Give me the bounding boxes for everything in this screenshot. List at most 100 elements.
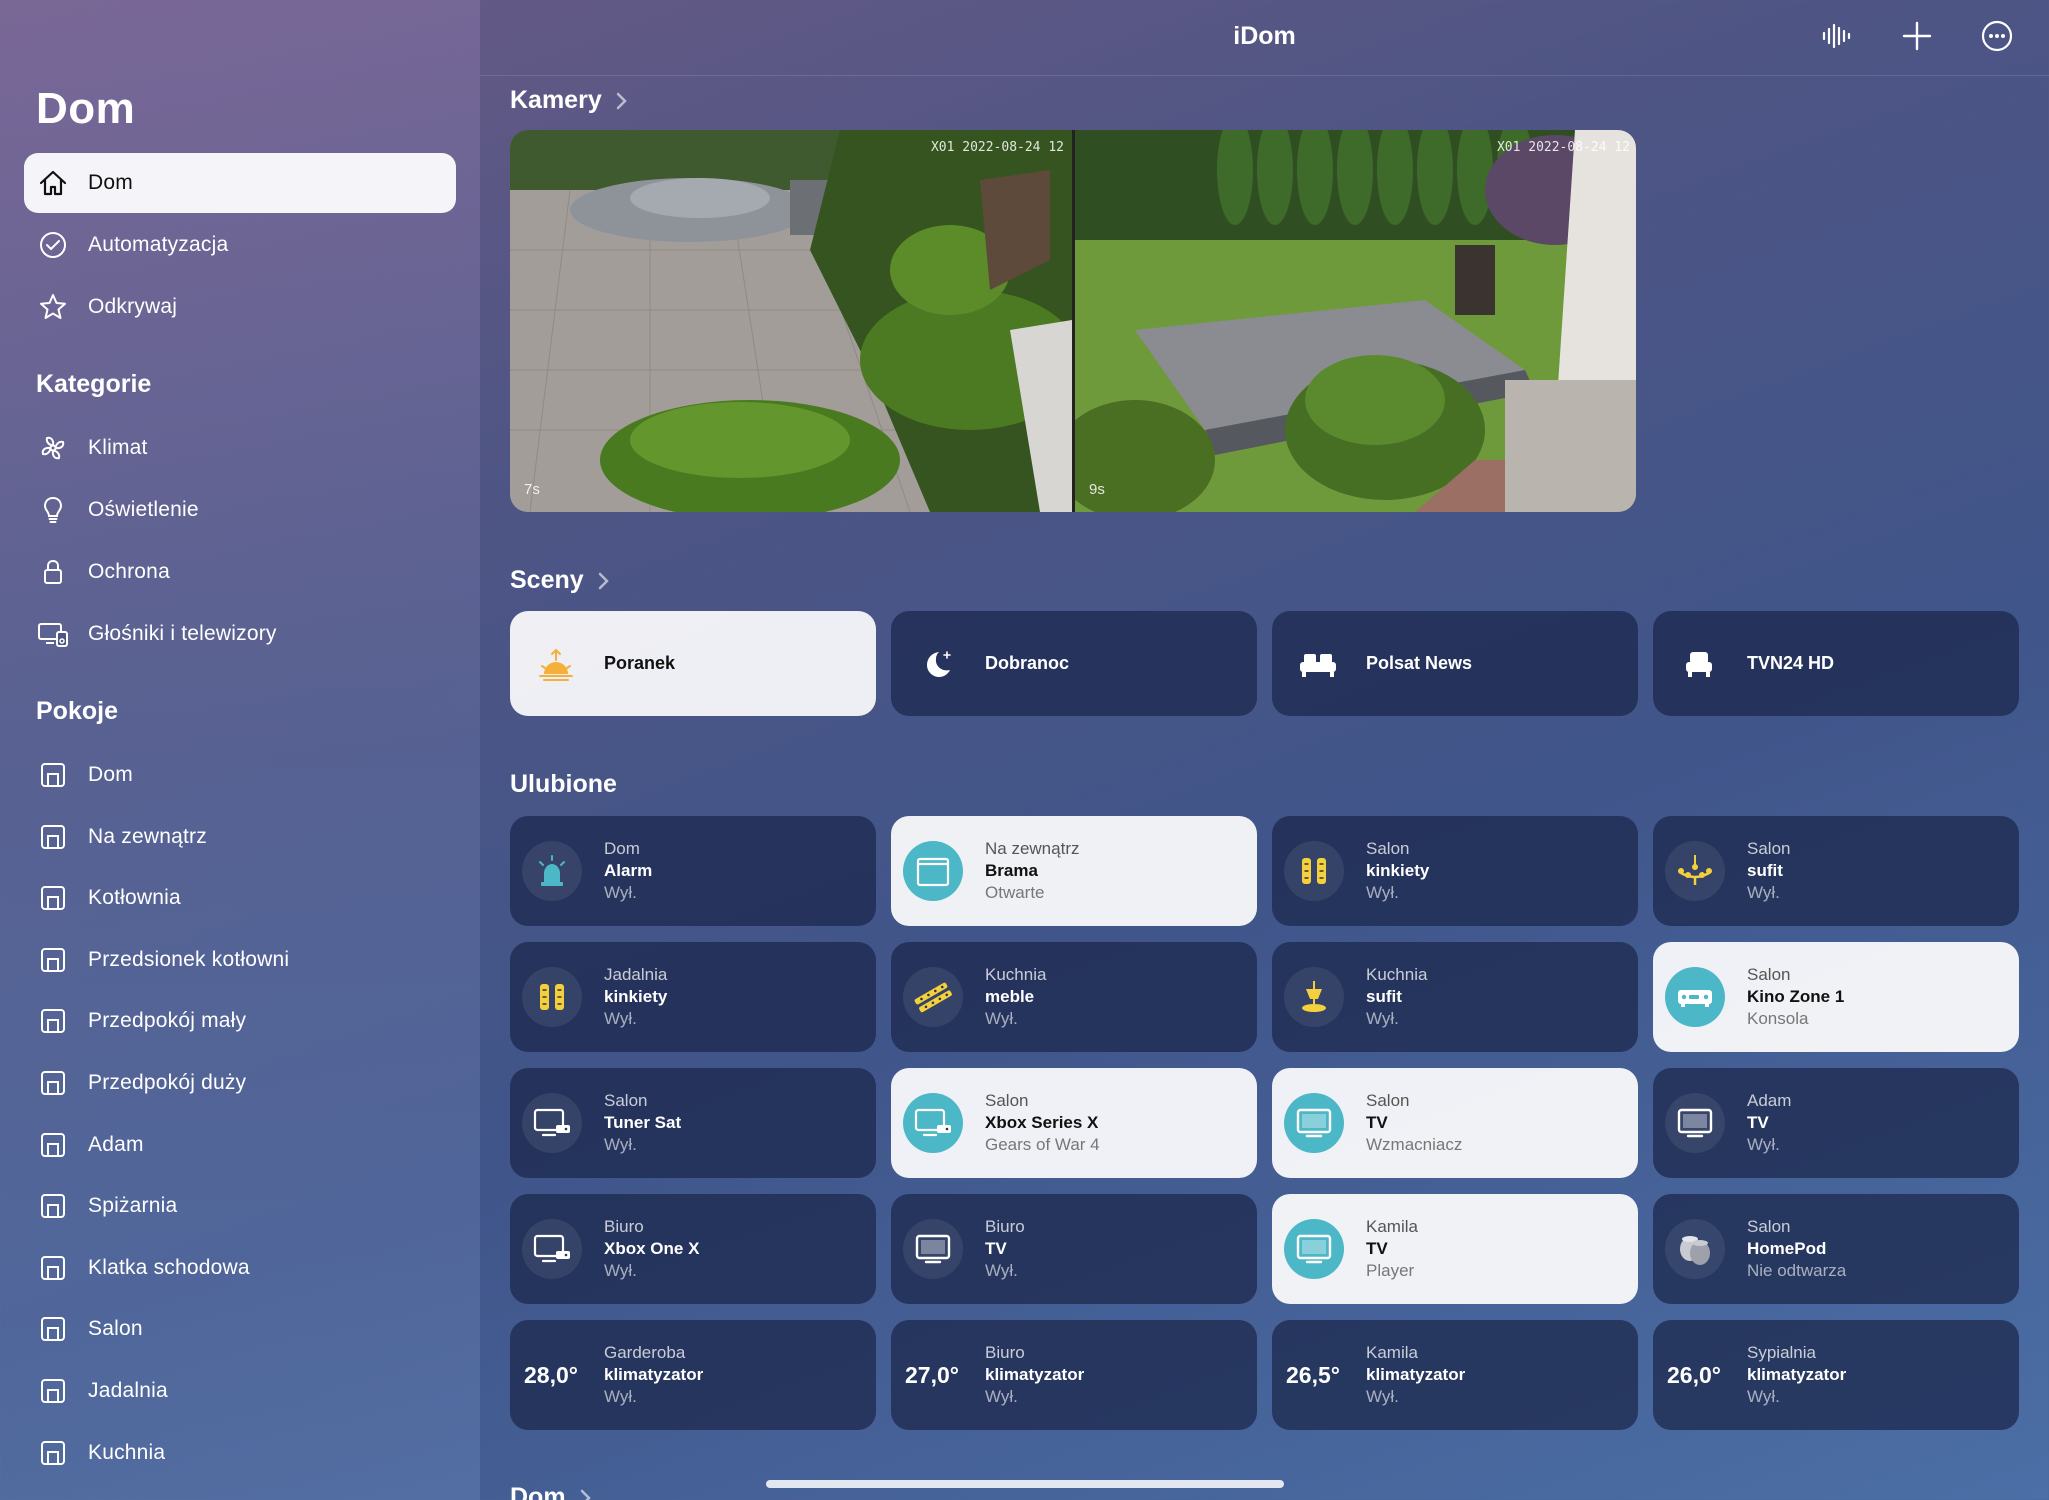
favorite-tile[interactable]: Salon TV Wzmacniacz xyxy=(1272,1068,1638,1178)
tile-room: Salon xyxy=(985,1091,1029,1110)
favorite-tile[interactable]: Dom Alarm Wył. xyxy=(510,816,876,926)
tile-room: Salon xyxy=(604,1091,648,1110)
scene-polsat-news[interactable]: Polsat News xyxy=(1272,611,1638,716)
wall-lights-icon xyxy=(522,967,582,1027)
tile-room: Salon xyxy=(1747,1217,1791,1236)
sidebar-item-oswietlenie[interactable]: Oświetlenie xyxy=(24,480,456,540)
sidebar-room-item[interactable]: Spiżarnia xyxy=(24,1176,456,1236)
favorite-tile[interactable]: Salon Kino Zone 1 Konsola xyxy=(1653,942,2019,1052)
tile-name: kinkiety xyxy=(604,987,668,1006)
tile-state: Wył. xyxy=(985,1387,1018,1406)
sidebar-item-ochrona[interactable]: Ochrona xyxy=(24,542,456,602)
tile-state: Wył. xyxy=(985,1009,1018,1028)
sidebar-item-label: Adam xyxy=(88,1132,144,1156)
sidebar-room-item[interactable]: Przedsionek kotłowni xyxy=(24,930,456,990)
dom-section-header[interactable]: Dom xyxy=(510,1483,592,1500)
sidebar-item-label: Oświetlenie xyxy=(88,498,199,521)
tile-text: Dom Alarm Wył. xyxy=(604,838,652,904)
sidebar-room-item[interactable]: Kotłownia xyxy=(24,868,456,928)
sidebar-item-odkrywaj[interactable]: Odkrywaj xyxy=(24,277,456,337)
scene-dobranoc[interactable]: Dobranoc xyxy=(891,611,1257,716)
sidebar-room-item[interactable]: Klatka schodowa xyxy=(24,1238,456,1298)
room-icon xyxy=(38,1191,68,1221)
sidebar-room-item[interactable]: Przedpokój mały xyxy=(24,991,456,1051)
sidebar-item-glosniki-i-telewizory[interactable]: Głośniki i telewizory xyxy=(24,604,456,664)
camera-feed[interactable]: X01 2022-08-24 12 9s xyxy=(1075,130,1636,512)
dom-section-title: Dom xyxy=(510,1483,566,1500)
camera-feed[interactable]: X01 2022-08-24 12 7s xyxy=(510,130,1072,512)
favorite-tile[interactable]: Biuro Xbox One X Wył. xyxy=(510,1194,876,1304)
more-button[interactable] xyxy=(1977,18,2017,58)
room-icon xyxy=(38,945,68,975)
sidebar-item-automatyzacja[interactable]: Automatyzacja xyxy=(24,215,456,275)
favorite-tile[interactable]: Adam TV Wył. xyxy=(1653,1068,2019,1178)
waveform-button[interactable] xyxy=(1817,18,1857,58)
favorite-tile[interactable]: Kuchnia sufit Wył. xyxy=(1272,942,1638,1052)
tile-name: TV xyxy=(985,1239,1007,1258)
fan-icon xyxy=(38,433,68,463)
add-button[interactable] xyxy=(1897,18,1937,58)
sidebar-room-item[interactable]: Dom xyxy=(24,745,456,805)
scene-tvn24-hd[interactable]: TVN24 HD xyxy=(1653,611,2019,716)
sidebar-room-item[interactable]: Adam xyxy=(24,1115,456,1175)
lock-icon xyxy=(38,557,68,587)
sidebar-title: Dom xyxy=(36,84,136,133)
sidebar-item-label: Ochrona xyxy=(88,560,170,583)
home-indicator[interactable] xyxy=(766,1480,1284,1488)
favorite-tile[interactable]: Na zewnątrz Brama Otwarte xyxy=(891,816,1257,926)
sidebar-item-dom[interactable]: Dom xyxy=(24,153,456,213)
temperature-value: 26,0° xyxy=(1667,1361,1721,1388)
app-title: iDom xyxy=(1233,22,1296,50)
room-icon xyxy=(38,1253,68,1283)
room-icon xyxy=(38,760,68,790)
favorite-tile[interactable]: Salon kinkiety Wył. xyxy=(1272,816,1638,926)
tile-text: Kuchnia meble Wył. xyxy=(985,964,1046,1030)
tile-room: Na zewnątrz xyxy=(985,839,1080,858)
tile-room: Kuchnia xyxy=(985,965,1047,984)
tile-state: Wył. xyxy=(1366,1009,1399,1028)
camera-timestamp: X01 2022-08-24 12 xyxy=(1496,140,1630,155)
room-icon xyxy=(38,1068,68,1098)
tv-box-icon xyxy=(903,1093,963,1153)
cameras-section-header[interactable]: Kamery xyxy=(510,86,628,115)
tile-state: Wył. xyxy=(604,883,637,902)
scene-label: Dobranoc xyxy=(985,653,1070,673)
tile-text: Kamila TV Player xyxy=(1366,1216,1418,1282)
favorite-tile[interactable]: 28,0° Garderoba klimatyzator Wył. xyxy=(510,1320,876,1430)
favorites-section-header: Ulubione xyxy=(510,770,617,799)
sidebar-room-item[interactable]: Kuchnia xyxy=(24,1423,456,1483)
tv-icon xyxy=(903,1219,963,1279)
sidebar-item-label: Dom xyxy=(88,763,133,786)
tile-text: Salon TV Wzmacniacz xyxy=(1366,1090,1462,1156)
favorite-tile[interactable]: Kuchnia meble Wył. xyxy=(891,942,1257,1052)
tile-name: klimatyzator xyxy=(1366,1365,1466,1384)
sidebar-item-klimat[interactable]: Klimat xyxy=(24,418,456,478)
tile-state: Wył. xyxy=(604,1009,637,1028)
house-icon xyxy=(38,168,68,198)
sidebar-item-label: Dom xyxy=(88,171,133,194)
more-icon xyxy=(1980,19,2014,58)
ceiling-lamp-icon xyxy=(1284,967,1344,1027)
favorite-tile[interactable]: Kamila TV Player xyxy=(1272,1194,1638,1304)
tile-state: Otwarte xyxy=(985,883,1045,902)
scenes-section-header[interactable]: Sceny xyxy=(510,566,610,595)
favorite-tile[interactable]: Biuro TV Wył. xyxy=(891,1194,1257,1304)
tile-name: TV xyxy=(1366,1239,1388,1258)
favorite-tile[interactable]: Salon Xbox Series X Gears of War 4 xyxy=(891,1068,1257,1178)
top-bar: iDom xyxy=(480,0,2049,76)
sidebar-room-item[interactable]: Przedpokój duży xyxy=(24,1053,456,1113)
scene-label: Poranek xyxy=(604,653,676,673)
tile-name: klimatyzator xyxy=(604,1365,704,1384)
favorite-tile[interactable]: Salon sufit Wył. xyxy=(1653,816,2019,926)
tile-text: Adam TV Wył. xyxy=(1747,1090,1791,1156)
scene-poranek[interactable]: Poranek xyxy=(510,611,876,716)
favorite-tile[interactable]: Salon HomePod Nie odtwarza xyxy=(1653,1194,2019,1304)
favorite-tile[interactable]: Salon Tuner Sat Wył. xyxy=(510,1068,876,1178)
sidebar-room-item[interactable]: Jadalnia xyxy=(24,1361,456,1421)
favorite-tile[interactable]: 27,0° Biuro klimatyzator Wył. xyxy=(891,1320,1257,1430)
sidebar-room-item[interactable]: Salon xyxy=(24,1299,456,1359)
sidebar-room-item[interactable]: Na zewnątrz xyxy=(24,807,456,867)
favorite-tile[interactable]: Jadalnia kinkiety Wył. xyxy=(510,942,876,1052)
favorite-tile[interactable]: 26,5° Kamila klimatyzator Wył. xyxy=(1272,1320,1638,1430)
favorite-tile[interactable]: 26,0° Sypialnia klimatyzator Wył. xyxy=(1653,1320,2019,1430)
